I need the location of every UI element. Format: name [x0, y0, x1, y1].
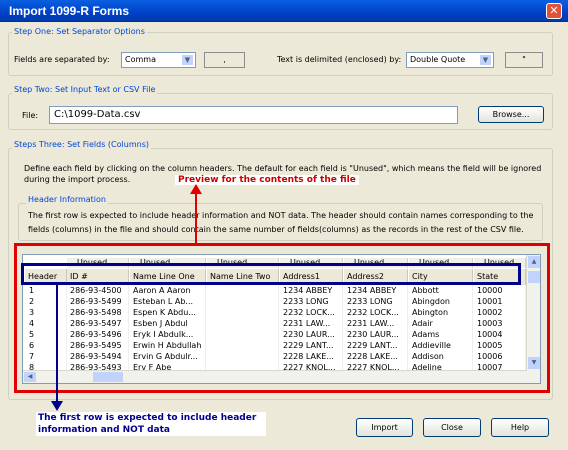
separator-select[interactable]: Comma ▼: [121, 52, 196, 68]
chevron-down-icon[interactable]: ▼: [181, 54, 194, 66]
header-info-legend: Header Information: [26, 195, 108, 204]
preview-annotation: Preview for the contents of the file: [175, 175, 359, 185]
browse-button[interactable]: Browse...: [478, 106, 544, 123]
window-title: Import 1099-R Forms: [9, 4, 130, 18]
step-two-legend: Step Two: Set Input Text or CSV File: [12, 85, 158, 94]
close-button[interactable]: Close: [423, 418, 481, 437]
help-button[interactable]: Help: [491, 418, 549, 437]
step-three-legend: Steps Three: Set Fields (Columns): [12, 140, 151, 149]
header-info-text: The first row is expected to include hea…: [28, 211, 534, 234]
header-row-highlight: [21, 263, 521, 285]
close-window-button[interactable]: ✕: [546, 3, 562, 19]
first-row-arrow-line: [56, 285, 58, 403]
first-row-annotation: The first row is expected to include hea…: [36, 412, 266, 436]
delimiter-select[interactable]: Double Quote ▼: [406, 52, 494, 68]
delimiter-char-field[interactable]: ": [505, 52, 543, 68]
delimiter-value: Double Quote: [410, 55, 466, 64]
file-path-input[interactable]: C:\1099-Data.csv: [49, 106, 458, 124]
separator-value: Comma: [125, 55, 156, 64]
close-icon: ✕: [549, 4, 559, 17]
file-label: File:: [22, 111, 39, 120]
preview-arrow-line: [195, 188, 197, 243]
separator-label: Fields are separated by:: [14, 55, 110, 64]
chevron-down-icon[interactable]: ▼: [479, 54, 492, 66]
import-button[interactable]: Import: [356, 418, 413, 437]
step-one-legend: Step One: Set Separator Options: [12, 27, 147, 36]
delimiter-label: Text is delimited (enclosed) by:: [277, 55, 402, 64]
first-row-arrow-head: [51, 401, 63, 411]
preview-arrow-head: [190, 184, 202, 194]
separator-char-field[interactable]: ,: [204, 52, 245, 68]
